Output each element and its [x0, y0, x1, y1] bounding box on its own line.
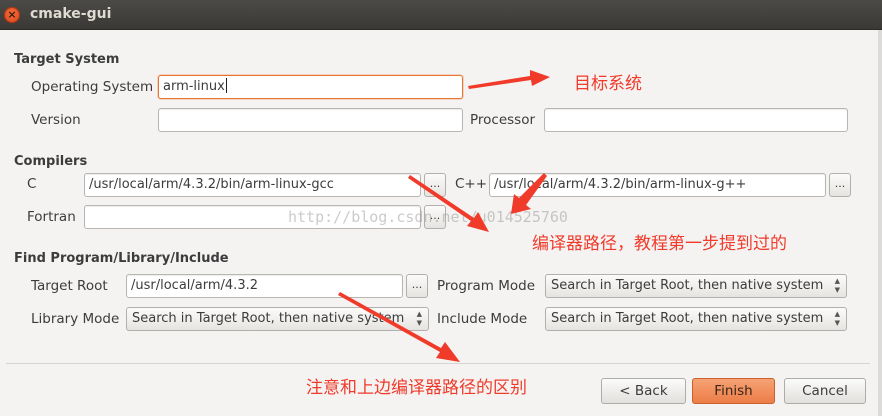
- arrow-to-cxx-field: [511, 173, 547, 214]
- arrow-from-c-field: [408, 175, 489, 232]
- arrow-to-os-field: [468, 70, 550, 89]
- arrow-from-target-root: [338, 292, 460, 362]
- annotation-arrows: [338, 70, 550, 362]
